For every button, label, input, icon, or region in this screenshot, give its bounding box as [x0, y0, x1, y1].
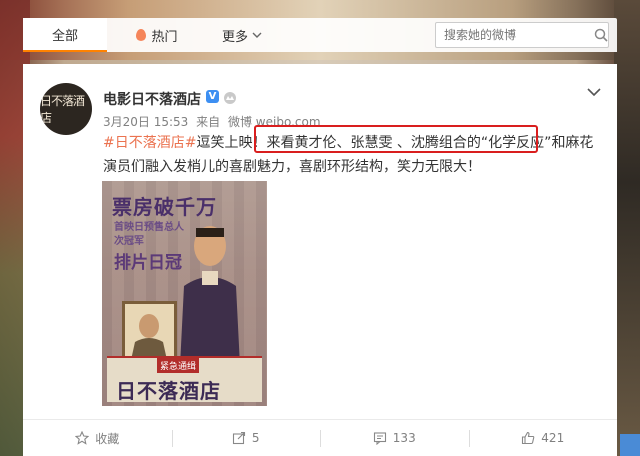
background-right — [614, 0, 640, 456]
tab-bar: 全部 热门 更多 — [23, 18, 617, 52]
comment-icon — [373, 432, 386, 445]
post-meta: 3月20日 15:53 来自 微博 weibo.com — [103, 113, 325, 130]
flame-icon — [136, 29, 147, 41]
post-text: #日不落酒店#逗笑上映！来看黄才伦、张慧雯 、沈腾组合的“化学反应”和麻花演员们… — [103, 131, 603, 179]
like-count: 421 — [541, 431, 565, 445]
verified-icon: V — [206, 90, 219, 103]
tab-all-label: 全部 — [51, 28, 78, 44]
corner-widget[interactable] — [620, 434, 640, 456]
thumbs-up-icon — [522, 431, 535, 445]
tab-more-label: 更多 — [221, 29, 248, 45]
post-action-bar: 收藏 5 133 421 — [23, 419, 617, 456]
source-prefix: 来自 — [196, 115, 221, 129]
repost-button[interactable]: 5 — [171, 420, 321, 456]
repost-count: 5 — [251, 431, 260, 445]
poster-banner-label: 紧急通缉 — [157, 358, 200, 373]
post-text-highlight: 来看黄才伦、张慧雯 、沈腾组合的“化学反应” — [266, 135, 552, 151]
poster-title-art: 日不落酒店 — [116, 379, 221, 403]
tab-hot[interactable]: 热门 — [119, 18, 195, 52]
favorite-label: 收藏 — [95, 431, 120, 446]
tab-all[interactable]: 全部 — [23, 18, 107, 52]
avatar[interactable]: 日不落酒店 — [40, 83, 92, 135]
search-box — [435, 22, 609, 48]
comment-count: 133 — [392, 431, 416, 445]
avatar-logo-text: 日不落酒店 — [40, 94, 85, 125]
poster-wanted-frame — [122, 301, 177, 363]
comment-button[interactable]: 133 — [320, 420, 469, 456]
hashtag-link[interactable]: #日不落酒店# — [103, 135, 196, 151]
tab-more[interactable]: 更多 — [207, 18, 277, 52]
username[interactable]: 电影日不落酒店 — [103, 89, 201, 109]
post-source[interactable]: 微博 weibo.com — [228, 115, 321, 129]
tab-hot-label: 热门 — [151, 29, 178, 45]
search-input[interactable] — [436, 24, 594, 46]
weibo-post-card: 日不落酒店 电影日不落酒店 V 3月20日 15:53 来自 微博 weibo.… — [23, 64, 617, 456]
post-date[interactable]: 3月20日 15:53 — [103, 115, 188, 129]
star-icon — [75, 431, 90, 445]
chevron-down-icon — [252, 29, 262, 42]
like-button[interactable]: 421 — [468, 420, 618, 456]
search-icon[interactable] — [594, 23, 608, 47]
poster-actor-figure — [180, 226, 240, 366]
member-badge-icon[interactable] — [223, 90, 237, 104]
post-text-part-1: 逗笑上映！ — [196, 135, 267, 151]
favorite-button[interactable]: 收藏 — [23, 420, 172, 456]
chevron-down-icon[interactable] — [587, 82, 601, 97]
repost-icon — [232, 431, 245, 445]
post-image[interactable]: 票房破千万 首映日预售总人次冠军 排片日冠 紧急通缉 日不落酒店 — [102, 181, 267, 406]
